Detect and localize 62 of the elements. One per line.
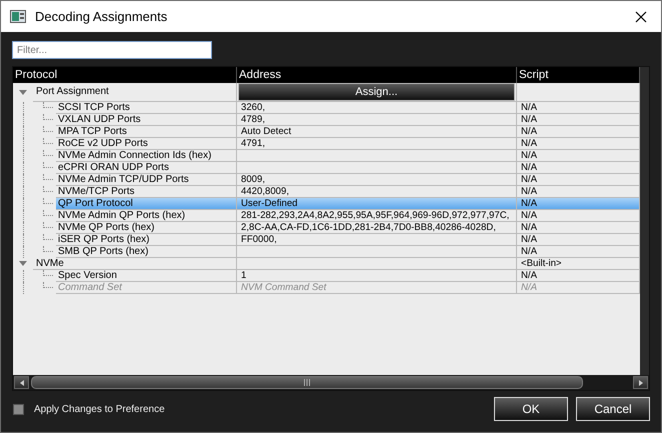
checkbox[interactable] — [13, 404, 24, 414]
table-cell: Auto Detect — [237, 126, 517, 138]
table-cell: N/A — [517, 102, 640, 114]
tree-item[interactable]: Spec Version — [56, 270, 237, 282]
tree-item[interactable]: NVMe QP Ports (hex) — [56, 222, 237, 234]
tree-item[interactable]: SMB QP Ports (hex) — [56, 246, 237, 258]
column-header[interactable]: Protocol — [13, 67, 237, 83]
horizontal-scrollbar[interactable] — [13, 375, 649, 390]
tree-item[interactable]: VXLAN UDP Ports — [56, 114, 237, 126]
ok-button[interactable]: OK — [494, 397, 568, 421]
scroll-right-button[interactable] — [633, 376, 648, 389]
table-cell: FF0000, — [237, 234, 517, 246]
cancel-button[interactable]: Cancel — [576, 397, 650, 421]
window-title: Decoding Assignments — [35, 9, 168, 24]
tree-item[interactable]: NVMe Admin QP Ports (hex) — [56, 210, 237, 222]
table-cell: 281-282,293,2A4,8A2,955,95A,95F,964,969-96D,972,977,97C, — [237, 210, 517, 222]
table-cell: N/A — [517, 174, 640, 186]
tree-item[interactable]: NVMe Admin TCP/UDP Ports — [56, 174, 237, 186]
grip-icon — [304, 379, 310, 386]
close-icon — [635, 10, 647, 22]
table-cell: N/A — [517, 162, 640, 174]
filter-field[interactable]: Filter... — [12, 41, 212, 59]
collapse-icon[interactable] — [19, 90, 27, 96]
tree-item[interactable]: iSER QP Ports (hex) — [56, 234, 237, 246]
collapse-icon[interactable] — [19, 261, 27, 267]
table-cell: <Built-in> — [517, 258, 640, 270]
tree-item[interactable]: RoCE v2 UDP Ports — [56, 138, 237, 150]
tree-item[interactable]: MPA TCP Ports — [56, 126, 237, 138]
table-cell: N/A — [517, 150, 640, 162]
table-cell: N/A — [517, 210, 640, 222]
table-cell: 1 — [237, 270, 517, 282]
table-cell: N/A — [517, 246, 640, 258]
table-cell: N/A — [517, 138, 640, 150]
scroll-thumb[interactable] — [31, 376, 583, 389]
assign-button[interactable]: Assign... — [238, 83, 515, 101]
table-cell: N/A — [517, 282, 640, 294]
table-cell: 4789, — [237, 114, 517, 126]
checkbox-label: Apply Changes to Preference — [34, 404, 166, 414]
table-cell: N/A — [517, 270, 640, 282]
table-cell: N/A — [517, 222, 640, 234]
table-cell: 8009, — [237, 174, 517, 186]
column-header[interactable]: Address — [237, 67, 517, 83]
tree-group-label[interactable]: Port Assignment — [33, 83, 237, 102]
column-header[interactable]: Script — [517, 67, 640, 83]
table-cell: 3260, — [237, 102, 517, 114]
tree-item[interactable]: NVMe Admin Connection Ids (hex) — [56, 150, 237, 162]
left-arrow-icon — [20, 380, 24, 386]
tree-group-label[interactable]: NVMe — [33, 258, 237, 270]
tree-item[interactable]: SCSI TCP Ports — [56, 102, 237, 114]
app-icon — [10, 10, 26, 23]
table-cell: N/A — [517, 234, 640, 246]
right-arrow-icon — [638, 380, 642, 386]
table-cell: 4791, — [237, 138, 517, 150]
tree-item[interactable]: QP Port Protocol — [56, 198, 237, 210]
scroll-left-button[interactable] — [14, 376, 29, 389]
tree-item[interactable]: eCPRI ORAN UDP Ports — [56, 162, 237, 174]
table-cell: User-Defined — [237, 198, 517, 210]
table-cell: N/A — [517, 198, 640, 210]
table-cell: 2,8C-AA,CA-FD,1C6-1DD,281-2B4,7D0-BB8,40286-4028D, — [237, 222, 517, 234]
table-cell: NVM Command Set — [237, 282, 517, 294]
table-cell: N/A — [517, 114, 640, 126]
table-cell: N/A — [517, 126, 640, 138]
